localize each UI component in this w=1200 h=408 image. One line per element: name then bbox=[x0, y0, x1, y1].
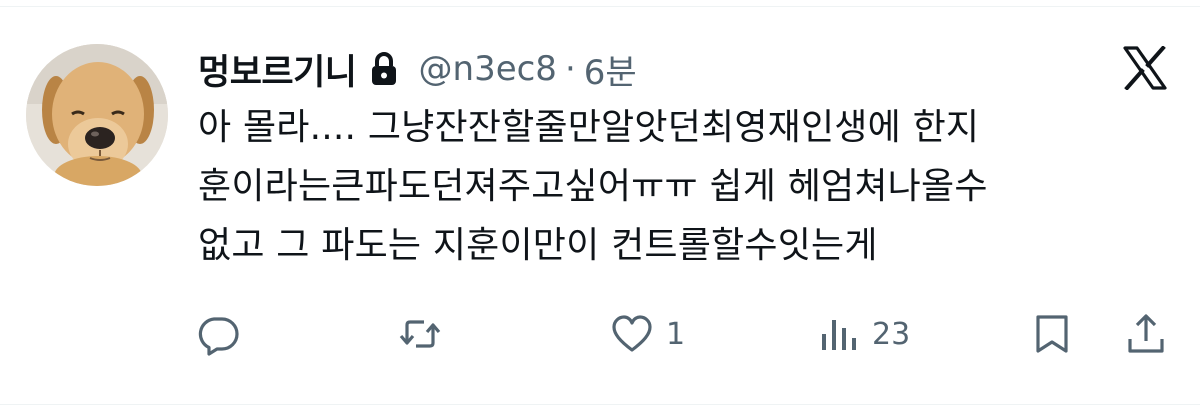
share-icon bbox=[1128, 314, 1164, 353]
heart-icon bbox=[612, 315, 652, 352]
top-divider bbox=[0, 6, 1200, 7]
retweet-icon bbox=[399, 320, 441, 348]
bookmark-icon bbox=[1036, 315, 1068, 353]
reply-button[interactable] bbox=[196, 306, 240, 362]
separator-dot: · bbox=[564, 49, 576, 89]
views-button[interactable]: 23 bbox=[816, 306, 910, 362]
post-time[interactable]: 6분 bbox=[584, 45, 637, 94]
tweet-header: 멍보르기니 @n3ec8 · 6분 bbox=[198, 40, 637, 98]
display-name[interactable]: 멍보르기니 bbox=[198, 44, 357, 95]
bottom-divider bbox=[0, 404, 1200, 405]
retweet-button[interactable] bbox=[398, 306, 442, 362]
like-button[interactable]: 1 bbox=[610, 306, 685, 362]
lock-icon bbox=[371, 52, 396, 85]
reply-icon bbox=[198, 317, 239, 356]
like-count: 1 bbox=[666, 316, 686, 352]
x-logo-icon[interactable] bbox=[1122, 46, 1168, 90]
views-icon bbox=[822, 320, 856, 350]
action-bar: 1 23 bbox=[0, 306, 1200, 362]
user-handle[interactable]: @n3ec8 bbox=[419, 49, 557, 89]
bookmark-button[interactable] bbox=[1030, 306, 1074, 362]
puppy-avatar-image bbox=[26, 44, 168, 186]
tweet-text: 아 몰라.... 그냥잔잔할줄만알앗던최영재인생에 한지 훈이라는큰파도던져주고… bbox=[198, 107, 988, 266]
views-count: 23 bbox=[872, 316, 911, 352]
avatar[interactable] bbox=[26, 44, 168, 186]
share-button[interactable] bbox=[1124, 306, 1168, 362]
